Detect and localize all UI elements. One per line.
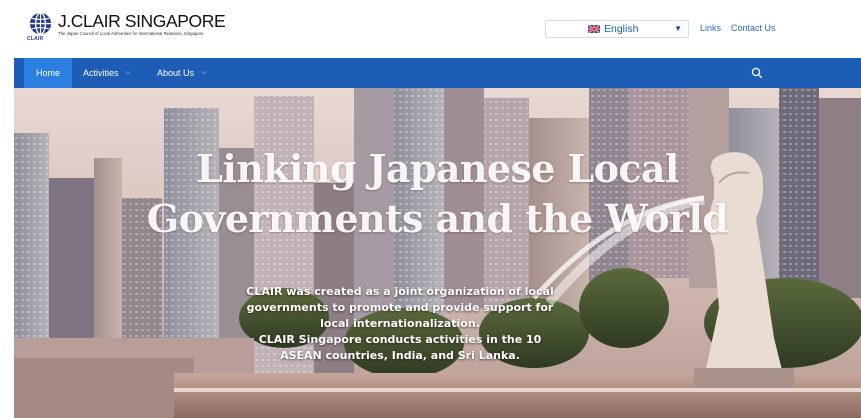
nav-item-label: About Us (157, 68, 195, 78)
hero-description-line: governments to promote and provide suppo… (246, 301, 554, 314)
site-logo[interactable]: CLAIR J.CLAIR SINGAPORE The Japan Counci… (27, 11, 226, 42)
singapore-skyline-image (14, 88, 861, 418)
logo-title: J.CLAIR SINGAPORE (58, 11, 226, 31)
search-icon[interactable] (750, 66, 764, 80)
nav-item-label: Home (35, 68, 60, 78)
logo-text: J.CLAIR SINGAPORE The Japan Council of L… (58, 11, 226, 36)
links-link[interactable]: Links (700, 23, 721, 33)
chevron-down-icon: ⌵ (125, 69, 131, 76)
hero-description-line: CLAIR was created as a joint organizatio… (246, 285, 554, 298)
logo-mark-caption: CLAIR (27, 36, 44, 42)
hero-title-line-1: Linking Japanese Local (196, 146, 679, 191)
logo-subtitle: The Japan Council of Local Authorities f… (58, 31, 204, 36)
site-header: CLAIR J.CLAIR SINGAPORE The Japan Counci… (0, 0, 861, 57)
hero-description: CLAIR was created as a joint organizatio… (220, 284, 580, 364)
hero-banner: Linking Japanese Local Governments and t… (14, 88, 861, 418)
language-selected-value: English (604, 23, 639, 35)
triangle-down-icon: ▼ (674, 24, 682, 33)
hero-description-line: local internationalization. (320, 317, 480, 330)
chevron-down-icon: ⌵ (201, 69, 207, 76)
language-select[interactable]: English ▼ (545, 20, 689, 38)
nav-item-activities[interactable]: Activities ⌵ (83, 58, 131, 88)
hero-description-line: CLAIR Singapore conducts activities in t… (258, 333, 542, 346)
nav-item-about-us[interactable]: About Us ⌵ (157, 58, 206, 88)
contact-us-link[interactable]: Contact Us (731, 23, 776, 33)
uk-flag-icon (588, 25, 600, 33)
nav-item-home[interactable]: Home (24, 58, 72, 88)
hero-title-line-2: Governments and the World (146, 196, 729, 241)
main-nav: Home Activities ⌵ About Us ⌵ (14, 58, 861, 88)
globe-icon (29, 12, 52, 35)
hero-description-line: ASEAN countries, India, and Sri Lanka. (280, 349, 520, 362)
nav-item-label: Activities (83, 68, 119, 78)
